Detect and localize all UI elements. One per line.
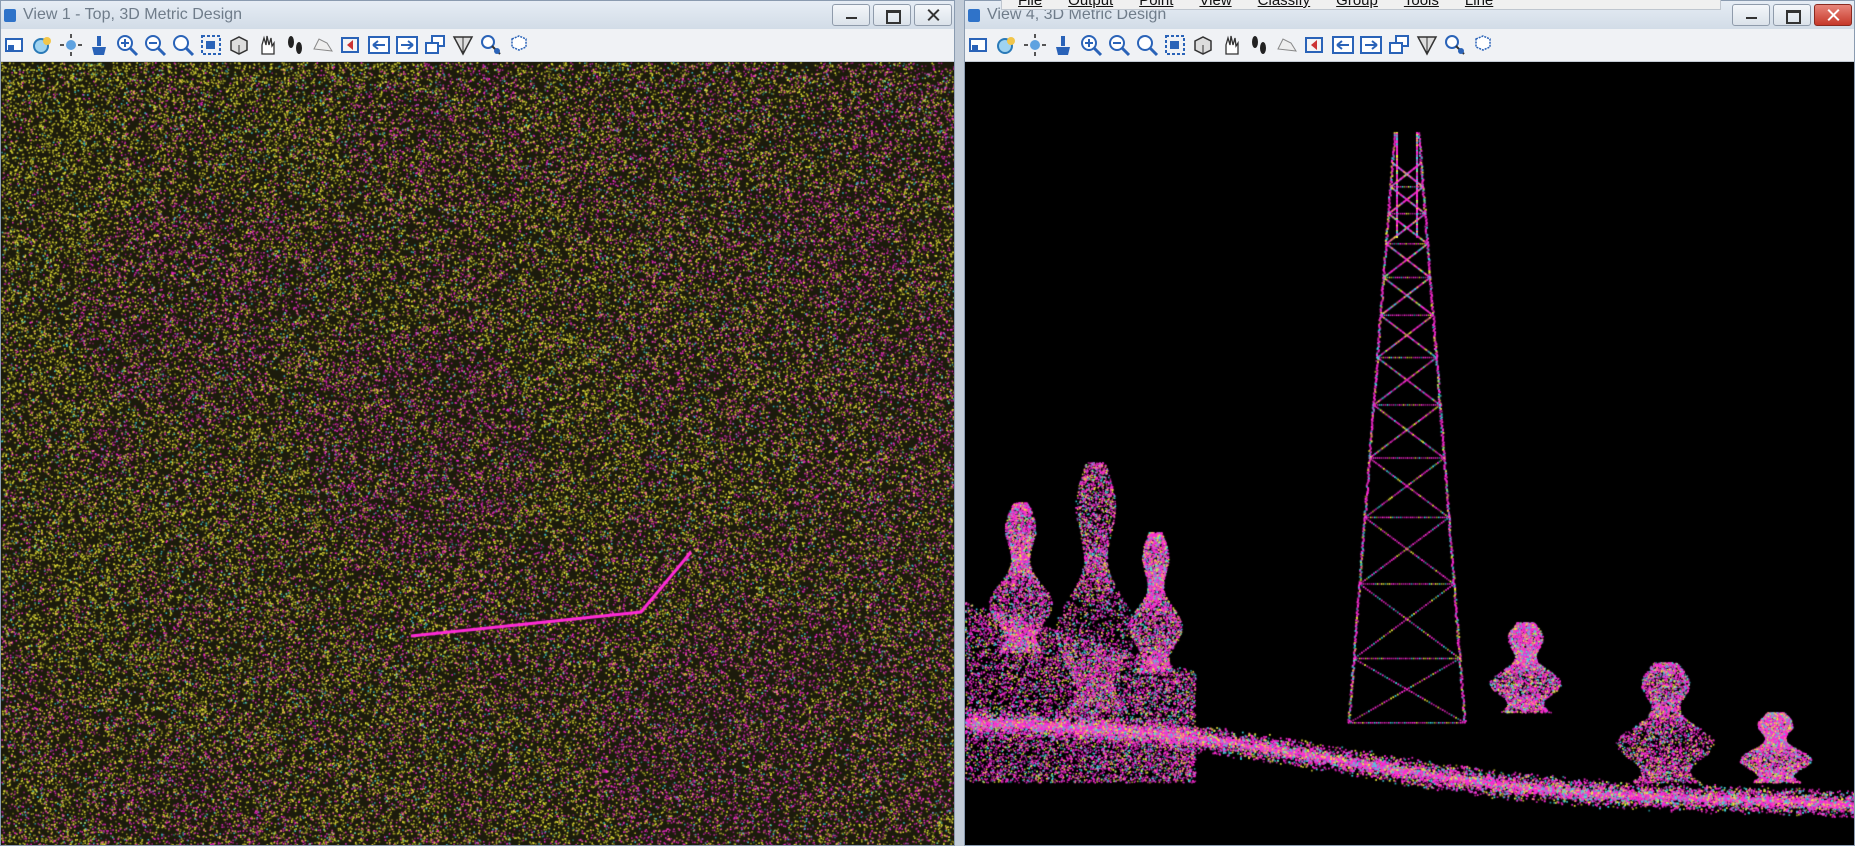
fit-view-icon[interactable] bbox=[171, 33, 195, 57]
point-cloud-canvas-top[interactable] bbox=[1, 62, 954, 845]
copy-view-icon[interactable] bbox=[423, 33, 447, 57]
window-gap bbox=[955, 0, 964, 846]
maximize-button[interactable] bbox=[873, 4, 911, 26]
next-view-icon[interactable] bbox=[1303, 33, 1327, 57]
view-attributes-icon[interactable] bbox=[3, 33, 27, 57]
rotate-view-icon[interactable] bbox=[1191, 33, 1215, 57]
update-view-icon[interactable] bbox=[87, 33, 111, 57]
close-button[interactable] bbox=[914, 4, 952, 26]
previous-view-icon[interactable] bbox=[1275, 33, 1299, 57]
window-area-icon[interactable] bbox=[1163, 33, 1187, 57]
lighting-icon[interactable] bbox=[1023, 33, 1047, 57]
toggle-camera-icon[interactable] bbox=[1471, 33, 1495, 57]
previous-view-icon[interactable] bbox=[311, 33, 335, 57]
clip-mask-icon[interactable] bbox=[479, 33, 503, 57]
view-window-4[interactable]: View 4, 3D Metric Design bbox=[964, 0, 1855, 846]
menu-output[interactable]: Output bbox=[1068, 0, 1113, 9]
clip-mask-icon[interactable] bbox=[1443, 33, 1467, 57]
view-next-icon[interactable] bbox=[395, 33, 419, 57]
lighting-icon[interactable] bbox=[59, 33, 83, 57]
next-view-icon[interactable] bbox=[339, 33, 363, 57]
clip-volume-icon[interactable] bbox=[451, 33, 475, 57]
menu-point[interactable]: Point bbox=[1139, 0, 1173, 9]
walk-icon[interactable] bbox=[1247, 33, 1271, 57]
window-area-icon[interactable] bbox=[199, 33, 223, 57]
view-toolbar bbox=[1, 29, 954, 62]
zoom-in-icon[interactable] bbox=[1079, 33, 1103, 57]
menu-view[interactable]: View bbox=[1199, 0, 1231, 9]
point-cloud-canvas-3d[interactable] bbox=[965, 62, 1854, 845]
update-view-icon[interactable] bbox=[1051, 33, 1075, 57]
menu-tools[interactable]: Tools bbox=[1404, 0, 1439, 9]
point-cloud-3d-view[interactable] bbox=[965, 62, 1854, 845]
minimize-button[interactable] bbox=[1732, 4, 1770, 26]
menu-file[interactable]: File bbox=[1018, 0, 1042, 9]
fit-view-icon[interactable] bbox=[1135, 33, 1159, 57]
view-toolbar bbox=[965, 29, 1854, 62]
view-attributes-icon[interactable] bbox=[967, 33, 991, 57]
clip-volume-icon[interactable] bbox=[1415, 33, 1439, 57]
pan-view-icon[interactable] bbox=[1219, 33, 1243, 57]
view-window-1[interactable]: View 1 - Top, 3D Metric Design bbox=[0, 0, 955, 846]
zoom-out-icon[interactable] bbox=[143, 33, 167, 57]
toggle-camera-icon[interactable] bbox=[507, 33, 531, 57]
close-button[interactable] bbox=[1814, 4, 1852, 26]
view-window-icon bbox=[4, 9, 16, 22]
menu-group[interactable]: Group bbox=[1336, 0, 1378, 9]
maximize-button[interactable] bbox=[1773, 4, 1811, 26]
window-title: View 1 - Top, 3D Metric Design bbox=[23, 6, 243, 23]
walk-icon[interactable] bbox=[283, 33, 307, 57]
menu-classify[interactable]: Classify bbox=[1258, 0, 1311, 9]
view-next-icon[interactable] bbox=[1359, 33, 1383, 57]
point-cloud-top-view[interactable] bbox=[1, 62, 954, 845]
zoom-in-icon[interactable] bbox=[115, 33, 139, 57]
rotate-view-icon[interactable] bbox=[227, 33, 251, 57]
title-bar[interactable]: View 1 - Top, 3D Metric Design bbox=[1, 1, 954, 29]
view-window-icon bbox=[968, 9, 980, 22]
minimize-button[interactable] bbox=[832, 4, 870, 26]
display-style-icon[interactable] bbox=[31, 33, 55, 57]
view-previous-icon[interactable] bbox=[1331, 33, 1355, 57]
view-previous-icon[interactable] bbox=[367, 33, 391, 57]
display-style-icon[interactable] bbox=[995, 33, 1019, 57]
pan-view-icon[interactable] bbox=[255, 33, 279, 57]
copy-view-icon[interactable] bbox=[1387, 33, 1411, 57]
menu-line[interactable]: Line bbox=[1465, 0, 1493, 9]
main-menubar: File Output Point View Classify Group Tools Lin… bbox=[1001, 0, 1721, 10]
zoom-out-icon[interactable] bbox=[1107, 33, 1131, 57]
